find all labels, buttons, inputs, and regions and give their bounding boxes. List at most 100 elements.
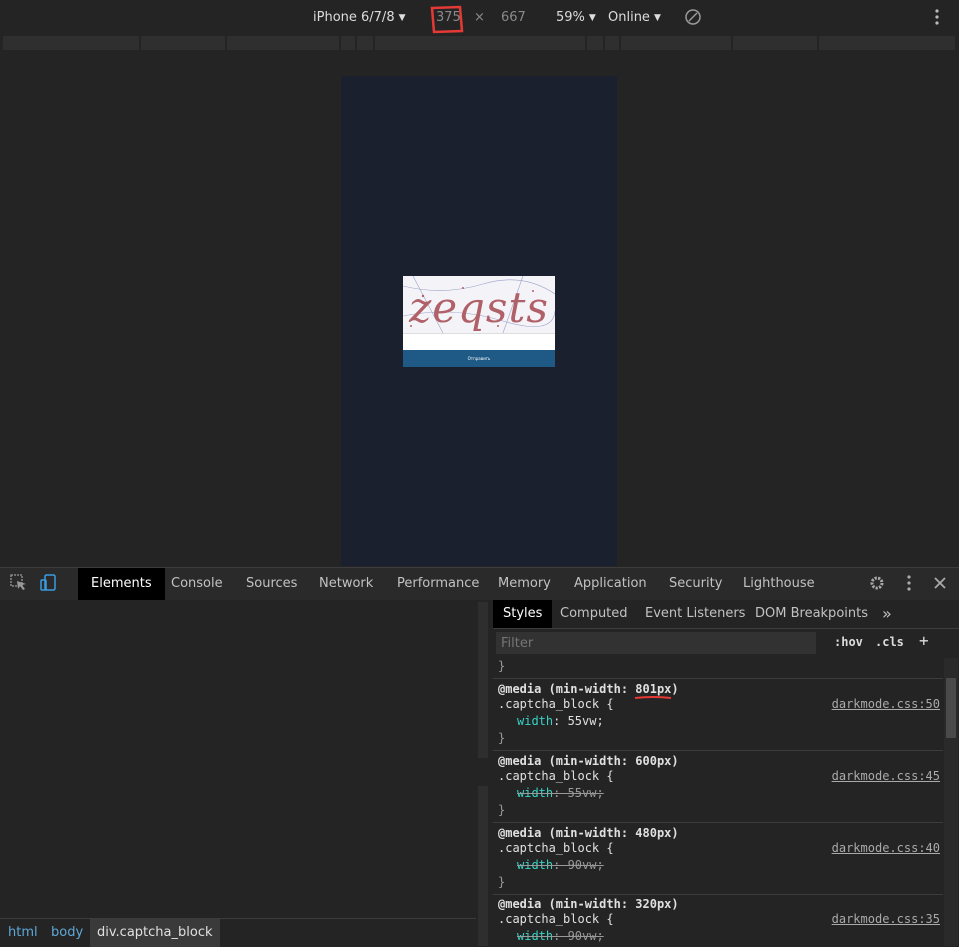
- scrollbar-thumb[interactable]: [946, 678, 956, 738]
- captcha-block: zeqsts Отправить: [403, 276, 555, 367]
- pane-splitter[interactable]: [476, 600, 493, 946]
- media-query: @media (min-width: 801px): [498, 682, 679, 696]
- selector[interactable]: .captcha_block {: [498, 769, 614, 783]
- settings-gear-icon[interactable]: [868, 574, 886, 592]
- source-link[interactable]: darkmode.css:35: [832, 912, 940, 926]
- closing-brace: }: [498, 731, 506, 745]
- rule-block: }: [493, 658, 943, 679]
- zoom-value: 59%: [556, 10, 585, 25]
- media-end: ): [671, 826, 679, 840]
- media-end: ): [671, 682, 679, 696]
- property-name: width: [517, 858, 554, 872]
- tab-computed[interactable]: Computed: [560, 600, 628, 628]
- height-input[interactable]: 667: [501, 10, 526, 25]
- zoom-select[interactable]: 59% ▼: [556, 10, 596, 25]
- rotate-icon[interactable]: [684, 8, 702, 26]
- rule-block: @media (min-width: 801px) .captcha_block…: [493, 679, 943, 751]
- breadcrumb-body[interactable]: body: [51, 925, 83, 940]
- selector-text: .captcha_block {: [498, 769, 614, 783]
- rule-block: @media (min-width: 480px) .captcha_block…: [493, 823, 943, 895]
- declaration-overridden[interactable]: width: 55vw;: [517, 786, 604, 800]
- ruler-segment[interactable]: [733, 36, 818, 50]
- breadcrumb-selected[interactable]: div.captcha_block: [90, 919, 220, 947]
- tab-security[interactable]: Security: [669, 568, 722, 600]
- ruler-segment[interactable]: [587, 36, 604, 50]
- hov-toggle[interactable]: :hov: [834, 635, 863, 649]
- more-devtools-icon[interactable]: [905, 574, 913, 592]
- device-name: iPhone 6/7/8: [313, 10, 395, 25]
- source-link[interactable]: darkmode.css:50: [832, 697, 940, 711]
- device-select[interactable]: iPhone 6/7/8 ▼: [313, 10, 406, 25]
- chevron-down-icon: ▼: [398, 13, 406, 23]
- more-vert-icon[interactable]: [932, 9, 942, 25]
- property-value: 90vw;: [567, 858, 604, 872]
- device-toggle-icon[interactable]: [40, 574, 58, 592]
- captcha-input[interactable]: [403, 333, 555, 351]
- cls-toggle[interactable]: .cls: [875, 635, 904, 649]
- selector-text: .captcha_block {: [498, 697, 614, 711]
- tab-application[interactable]: Application: [574, 568, 647, 600]
- tab-performance[interactable]: Performance: [397, 568, 479, 600]
- property-name: width: [517, 929, 554, 943]
- network-select[interactable]: Online ▼: [608, 10, 661, 25]
- media-text: @media (min-width:: [498, 897, 636, 911]
- selector[interactable]: .captcha_block {: [498, 912, 614, 926]
- tab-elements[interactable]: Elements: [78, 568, 165, 600]
- ruler-segment[interactable]: [605, 36, 620, 50]
- media-query: @media (min-width: 320px): [498, 897, 679, 911]
- closing-brace: }: [498, 659, 506, 673]
- closing-brace: }: [498, 875, 506, 889]
- ruler-segment[interactable]: [3, 36, 140, 50]
- tab-network[interactable]: Network: [319, 568, 373, 600]
- dimension-times: ×: [474, 10, 485, 25]
- red-annotation-box: [430, 5, 464, 34]
- declaration[interactable]: width: 55vw;: [517, 714, 604, 728]
- more-tabs-icon[interactable]: »: [882, 600, 892, 628]
- splitter-track: [478, 786, 488, 946]
- selector[interactable]: .captcha_block {: [498, 697, 614, 711]
- elements-tree[interactable]: [0, 600, 476, 918]
- rule-block: @media (min-width: 600px) .captcha_block…: [493, 751, 943, 823]
- closing-brace: }: [498, 803, 506, 817]
- tab-event-listeners[interactable]: Event Listeners: [645, 600, 745, 628]
- new-rule-button[interactable]: +: [919, 631, 929, 650]
- styles-filter-bar: :hov .cls +: [493, 631, 959, 659]
- tab-styles[interactable]: Styles: [493, 600, 553, 628]
- chevron-down-icon: ▼: [588, 13, 596, 23]
- device-screen: zeqsts Отправить: [341, 76, 617, 566]
- rule-block: @media (min-width: 320px) .captcha_block…: [493, 894, 943, 946]
- devtools-tabbar: Elements Console Sources Network Perform…: [0, 567, 959, 601]
- ruler-segment[interactable]: [375, 36, 586, 50]
- tab-sources[interactable]: Sources: [246, 568, 297, 600]
- property-name: width: [517, 714, 554, 728]
- source-link[interactable]: darkmode.css:45: [832, 769, 940, 783]
- device-toolbar: iPhone 6/7/8 ▼ 375 × 667 59% ▼ Online ▼: [0, 0, 959, 34]
- selector[interactable]: .captcha_block {: [498, 841, 614, 855]
- styles-scrollbar[interactable]: [944, 658, 958, 946]
- media-text: @media (min-width:: [498, 682, 636, 696]
- media-query-ruler[interactable]: [0, 34, 959, 54]
- ruler-segment[interactable]: [227, 36, 340, 50]
- tab-lighthouse[interactable]: Lighthouse: [743, 568, 815, 600]
- inspect-element-icon[interactable]: [10, 574, 28, 592]
- declaration-overridden[interactable]: width: 90vw;: [517, 929, 604, 943]
- network-value: Online: [608, 10, 650, 25]
- styles-filter-input[interactable]: [496, 632, 816, 654]
- tab-console[interactable]: Console: [171, 568, 223, 600]
- close-icon[interactable]: [933, 574, 947, 592]
- submit-button[interactable]: Отправить: [403, 350, 555, 367]
- media-text: @media (min-width:: [498, 826, 636, 840]
- property-value: 55vw;: [567, 786, 604, 800]
- ruler-segment[interactable]: [357, 36, 374, 50]
- ruler-segment[interactable]: [341, 36, 356, 50]
- ruler-segment[interactable]: [621, 36, 732, 50]
- ruler-segment[interactable]: [819, 36, 956, 50]
- ruler-segment[interactable]: [141, 36, 226, 50]
- tab-dom-breakpoints[interactable]: DOM Breakpoints: [755, 600, 868, 628]
- source-link[interactable]: darkmode.css:40: [832, 841, 940, 855]
- chevron-down-icon: ▼: [653, 13, 661, 23]
- declaration-overridden[interactable]: width: 90vw;: [517, 858, 604, 872]
- breadcrumb-html[interactable]: html: [8, 925, 38, 940]
- media-value: 600px: [635, 754, 672, 768]
- tab-memory[interactable]: Memory: [498, 568, 551, 600]
